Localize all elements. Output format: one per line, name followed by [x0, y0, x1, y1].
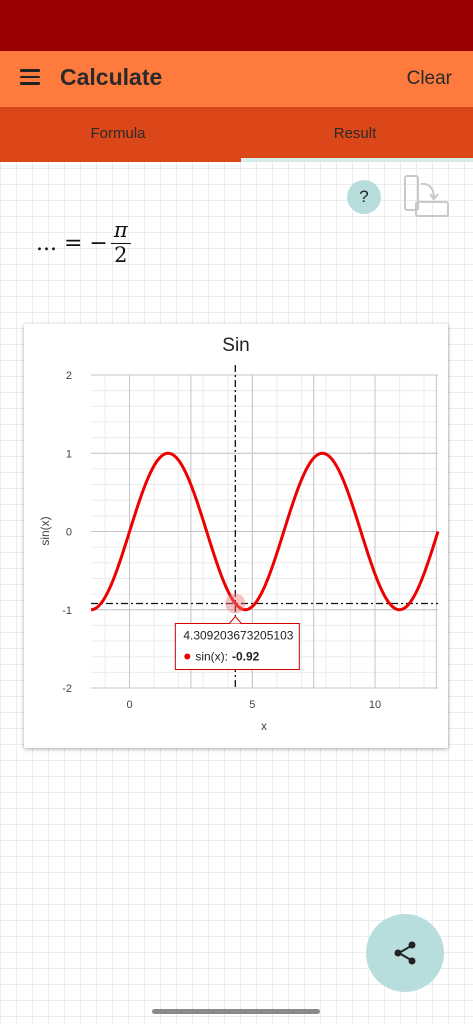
active-tab-indicator [241, 158, 473, 162]
tab-bar: Formula Result [0, 107, 473, 162]
chart-title: Sin [222, 335, 249, 356]
home-indicator[interactable] [152, 1009, 320, 1014]
share-button[interactable] [366, 914, 444, 992]
result-denominator: 2 [114, 242, 128, 267]
y-axis-label: sin(x) [38, 516, 52, 545]
sin-chart[interactable]: Sin sin(x) x -2 -1 0 1 2 0 5 10 4.3092036732051… [24, 324, 448, 748]
tooltip-series-dot [184, 653, 191, 660]
tooltip-x-value: 4.309203673205103 [183, 628, 293, 642]
chart-card[interactable]: Sin sin(x) x -2 -1 0 1 2 0 5 10 4.3092036732051… [24, 324, 448, 748]
tooltip-series-label: sin(x): -0.92 [195, 649, 259, 663]
status-bar [0, 0, 473, 51]
chart-tooltip: 4.309203673205103 sin(x): -0.92 [174, 615, 300, 670]
app-bar: Calculate Clear [0, 51, 473, 107]
result-numerator: π [110, 219, 131, 244]
y-tick-label: -1 [62, 605, 72, 617]
tab-result[interactable]: Result [237, 107, 473, 162]
x-axis-label: x [261, 719, 267, 733]
tooltip-y-value: -0.92 [232, 649, 260, 663]
x-tick-label: 10 [369, 699, 381, 711]
result-fraction: π 2 [110, 219, 131, 267]
hamburger-menu-icon[interactable] [20, 69, 40, 85]
x-tick-label: 0 [126, 699, 132, 711]
tooltip-series-name: sin(x): [195, 649, 228, 663]
y-tick-label: 1 [66, 448, 72, 460]
tab-formula[interactable]: Formula [0, 107, 236, 162]
y-tick-label: -2 [62, 683, 72, 695]
result-formula: ... = − π 2 [36, 218, 131, 268]
share-icon [394, 941, 416, 965]
x-tick-label: 5 [249, 699, 255, 711]
clear-button[interactable]: Clear [407, 68, 452, 90]
y-tick-label: 2 [66, 370, 72, 382]
hover-point [225, 593, 246, 614]
y-tick-label: 0 [66, 527, 72, 539]
help-button[interactable]: ? [347, 180, 381, 214]
tooltip-pointer [228, 615, 242, 624]
screen-rotation-icon[interactable] [403, 175, 451, 224]
result-lhs: ... = − [36, 230, 108, 256]
app-title: Calculate [60, 64, 163, 90]
